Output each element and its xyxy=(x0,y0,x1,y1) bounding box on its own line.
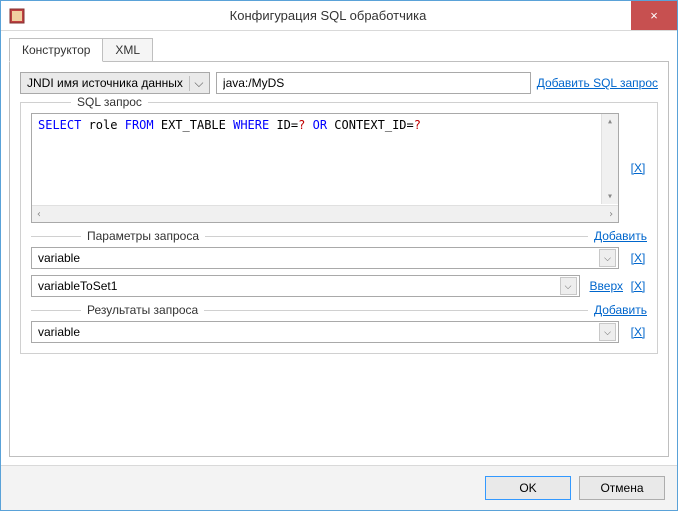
tab-strip: Конструктор XML xyxy=(1,31,677,61)
combo-value: variable xyxy=(38,325,80,339)
close-icon: × xyxy=(650,8,658,23)
combo-value: variable xyxy=(38,251,80,265)
dialog-window: Конфигурация SQL обработчика × Конструкт… xyxy=(0,0,678,511)
button-label: OK xyxy=(519,481,536,495)
button-label: Отмена xyxy=(600,481,643,495)
cancel-button[interactable]: Отмена xyxy=(579,476,665,500)
param-row: variable ⌵ [X] xyxy=(31,247,647,269)
sql-query-group: SQL запрос SELECT role FROM EXT_TABLE WH… xyxy=(20,102,658,354)
combo-value: variableToSet1 xyxy=(38,279,117,293)
delete-query-link[interactable]: [X] xyxy=(629,161,647,175)
group-title: SQL запрос xyxy=(71,95,148,109)
group-title: Параметры запроса xyxy=(81,229,205,243)
result-row: variable ⌵ [X] xyxy=(31,321,647,343)
results-header: Результаты запроса Добавить xyxy=(31,303,647,317)
tab-constructor[interactable]: Конструктор xyxy=(9,38,103,62)
select-value: JNDI имя источника данных xyxy=(27,76,183,90)
params-header: Параметры запроса Добавить xyxy=(31,229,647,243)
tab-label: XML xyxy=(115,43,140,57)
chevron-down-icon: ⌵ xyxy=(599,323,616,341)
ok-button[interactable]: OK xyxy=(485,476,571,500)
app-icon xyxy=(9,8,25,24)
datasource-input[interactable] xyxy=(216,72,531,94)
datasource-type-select[interactable]: JNDI имя источника данных ⌵ xyxy=(20,72,210,94)
sql-editor-row: SELECT role FROM EXT_TABLE WHERE ID=? OR… xyxy=(31,113,647,223)
sql-token: OR xyxy=(305,118,327,132)
sql-textarea[interactable]: SELECT role FROM EXT_TABLE WHERE ID=? OR… xyxy=(31,113,619,223)
param-combo[interactable]: variable ⌵ xyxy=(31,247,619,269)
delete-param-link[interactable]: [X] xyxy=(629,279,647,293)
scroll-down-icon: ▾ xyxy=(603,189,617,204)
titlebar: Конфигурация SQL обработчика × xyxy=(1,1,677,31)
sql-token: FROM xyxy=(125,118,154,132)
sql-token: role xyxy=(81,118,124,132)
scroll-left-icon: ‹ xyxy=(32,207,46,222)
delete-param-link[interactable]: [X] xyxy=(629,251,647,265)
tab-xml[interactable]: XML xyxy=(102,38,153,62)
delete-result-link[interactable]: [X] xyxy=(629,325,647,339)
sql-token: ID= xyxy=(269,118,298,132)
group-title: Результаты запроса xyxy=(81,303,204,317)
move-up-link[interactable]: Вверх xyxy=(590,279,623,293)
chevron-down-icon: ⌵ xyxy=(599,249,616,267)
sql-token: SELECT xyxy=(38,118,81,132)
sql-token: ? xyxy=(414,118,421,132)
result-combo[interactable]: variable ⌵ xyxy=(31,321,619,343)
add-sql-query-link[interactable]: Добавить SQL запрос xyxy=(537,76,658,90)
param-combo[interactable]: variableToSet1 ⌵ xyxy=(31,275,580,297)
dialog-button-bar: OK Отмена xyxy=(1,465,677,510)
datasource-row: JNDI имя источника данных ⌵ Добавить SQL… xyxy=(20,72,658,94)
tab-label: Конструктор xyxy=(22,43,90,57)
sql-token: EXT_TABLE xyxy=(154,118,233,132)
scroll-right-icon: › xyxy=(604,207,618,222)
param-row: variableToSet1 ⌵ Вверх [X] xyxy=(31,275,647,297)
add-param-link[interactable]: Добавить xyxy=(594,229,647,243)
window-title: Конфигурация SQL обработчика xyxy=(25,8,631,23)
scroll-up-icon: ▴ xyxy=(603,114,617,129)
add-result-link[interactable]: Добавить xyxy=(594,303,647,317)
chevron-down-icon: ⌵ xyxy=(560,277,577,295)
sql-token: CONTEXT_ID= xyxy=(327,118,414,132)
close-button[interactable]: × xyxy=(631,1,677,30)
sql-token: WHERE xyxy=(233,118,269,132)
horizontal-scrollbar[interactable]: ‹ › xyxy=(32,205,618,222)
constructor-panel: JNDI имя источника данных ⌵ Добавить SQL… xyxy=(9,61,669,457)
vertical-scrollbar[interactable]: ▴ ▾ xyxy=(601,114,618,204)
chevron-down-icon: ⌵ xyxy=(189,76,205,91)
